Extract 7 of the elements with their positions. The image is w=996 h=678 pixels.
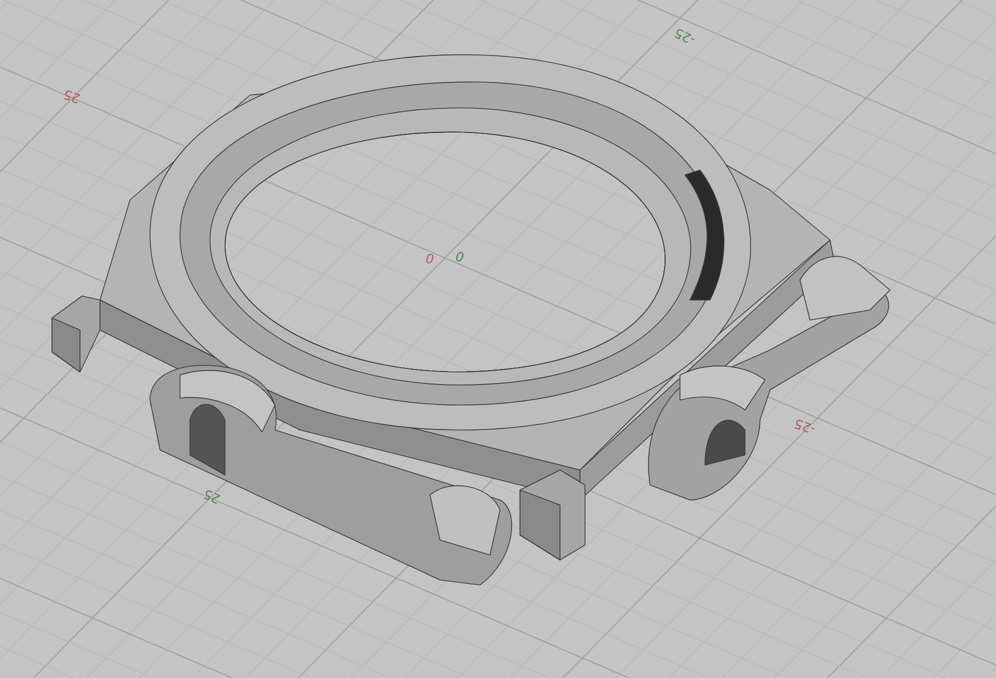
axis-label: -25 bbox=[672, 24, 698, 47]
axis-label: 0 bbox=[453, 247, 468, 264]
axis-label: 25 bbox=[202, 485, 223, 506]
axis-label: 25 bbox=[62, 86, 82, 106]
axis-label: -25 bbox=[792, 414, 818, 436]
3d-viewport[interactable]: 25 -25 0 0 -25 25 bbox=[0, 0, 996, 678]
axis-label: 0 bbox=[424, 249, 437, 266]
